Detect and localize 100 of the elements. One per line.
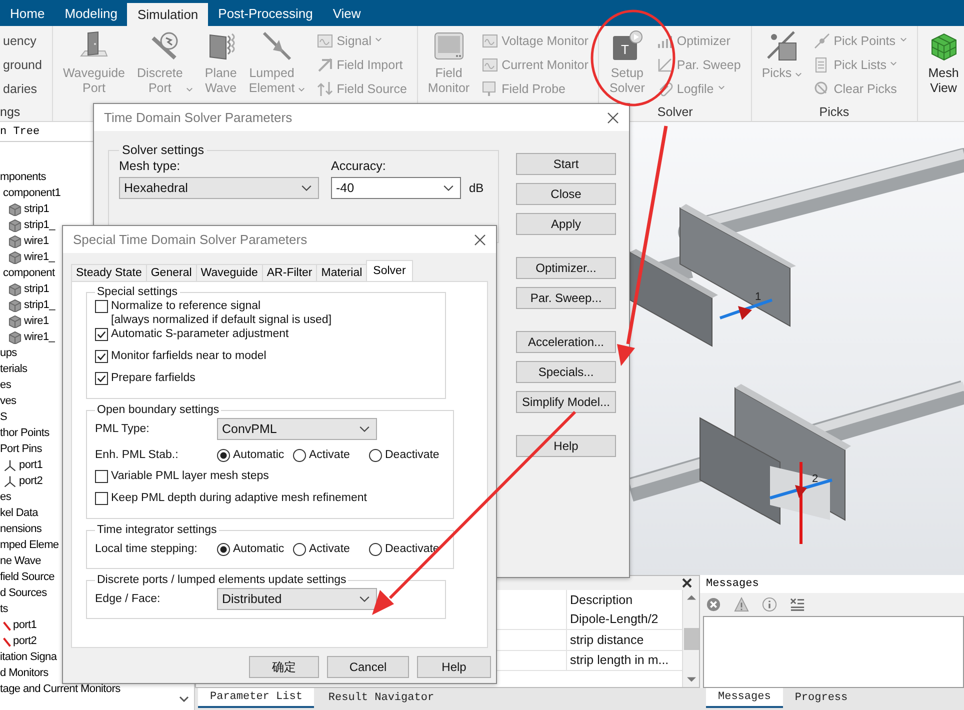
tree-item[interactable]: ts xyxy=(0,603,8,615)
tab[interactable]: Waveguide xyxy=(196,264,263,281)
radio-button[interactable] xyxy=(293,542,306,556)
tree-item[interactable]: itation Signa xyxy=(0,651,57,663)
tree-item[interactable]: strip1 xyxy=(24,283,50,295)
tree-item[interactable]: Port Pins xyxy=(0,443,42,455)
checkbox[interactable] xyxy=(95,350,108,363)
ribbon-button[interactable]: daries xyxy=(0,78,45,100)
tree-item[interactable]: mped Eleme xyxy=(0,539,59,551)
close-icon[interactable] xyxy=(607,112,619,124)
checkbox[interactable] xyxy=(95,372,108,385)
ribbon-button[interactable]: uency xyxy=(0,30,45,52)
dialog-button[interactable]: Close xyxy=(516,183,616,205)
tree-item[interactable]: es xyxy=(0,491,12,503)
dialog-button[interactable]: Apply xyxy=(516,213,616,235)
radio-button[interactable] xyxy=(293,448,306,462)
checkbox[interactable] xyxy=(95,470,108,483)
info-icon[interactable] xyxy=(762,597,777,612)
tree-item[interactable]: nensions xyxy=(0,523,42,535)
tree-item[interactable]: component xyxy=(3,267,55,279)
waveform-icon xyxy=(316,33,333,49)
panel-tab[interactable]: Parameter List xyxy=(198,688,314,708)
cube-icon xyxy=(8,234,22,248)
close-icon[interactable] xyxy=(474,234,486,246)
radio-label: Deactivate xyxy=(385,449,440,461)
dialog-button[interactable]: Par. Sweep... xyxy=(516,287,616,309)
tree-item[interactable]: d Sources xyxy=(0,587,47,599)
dialog-button[interactable]: 确定 xyxy=(249,656,319,678)
warning-icon[interactable] xyxy=(734,597,749,612)
radio-button[interactable] xyxy=(217,542,230,556)
dropdown[interactable]: Hexahedral xyxy=(119,177,319,199)
tree-item[interactable]: d Monitors xyxy=(0,667,48,679)
menu-tab[interactable]: Home xyxy=(0,0,55,26)
dialog-button[interactable]: Acceleration... xyxy=(516,331,616,353)
table-cell-text: Dipole-Length/2 xyxy=(569,612,658,626)
dialog-button[interactable]: Help xyxy=(417,656,491,678)
error-icon[interactable] xyxy=(706,597,721,612)
import-icon xyxy=(316,57,333,73)
scrollbar[interactable] xyxy=(682,590,699,687)
tree-item[interactable]: strip1_ xyxy=(24,219,55,231)
tree-item[interactable]: port2 xyxy=(13,635,37,647)
close-icon[interactable] xyxy=(682,578,692,588)
tree-item[interactable]: field Source xyxy=(0,571,54,583)
table-cell-text: strip length in m... xyxy=(569,653,669,668)
group-title: Open boundary settings xyxy=(96,404,220,416)
tree-item[interactable]: wire1 xyxy=(24,235,49,247)
panel-tab[interactable]: Progress xyxy=(782,688,860,708)
dialog-button[interactable]: Help xyxy=(516,435,616,457)
radio-button[interactable] xyxy=(217,448,230,462)
tab[interactable]: Solver xyxy=(366,260,413,281)
tree-item[interactable]: ne Wave xyxy=(0,555,41,567)
port-pin-icon xyxy=(3,458,17,472)
dialog-button[interactable]: Specials... xyxy=(516,361,616,383)
tree-item[interactable]: terials xyxy=(0,363,28,375)
radio-button[interactable] xyxy=(369,448,382,462)
dropdown[interactable]: Distributed xyxy=(217,588,377,610)
tree-item[interactable]: wire1 xyxy=(24,315,49,327)
tree-item[interactable]: port1 xyxy=(19,459,43,471)
scroll-thumb[interactable] xyxy=(684,628,698,650)
tree-item[interactable]: ups xyxy=(0,347,17,359)
menu-tab[interactable]: Simulation xyxy=(127,3,208,26)
panel-tab[interactable]: Result Navigator xyxy=(316,688,446,708)
dialog-button[interactable]: Optimizer... xyxy=(516,257,616,279)
combo-box[interactable]: -40 xyxy=(331,177,461,199)
tree-item[interactable]: strip1_ xyxy=(24,299,55,311)
scroll-down-icon[interactable] xyxy=(686,677,696,683)
tree-item[interactable]: kel Data xyxy=(0,507,38,519)
tab[interactable]: Steady State xyxy=(71,264,147,281)
tree-item[interactable]: tage and Current Monitors xyxy=(0,683,120,695)
tree-item[interactable]: port2 xyxy=(19,475,43,487)
tree-item[interactable]: strip1 xyxy=(24,203,50,215)
ribbon-button[interactable]: ground xyxy=(0,54,45,76)
scroll-up-icon[interactable] xyxy=(686,594,696,600)
tree-item[interactable]: component1 xyxy=(3,187,61,199)
tree-item[interactable]: mponents xyxy=(0,171,46,183)
tree-item[interactable]: port1 xyxy=(13,619,37,631)
field-label: Edge / Face: xyxy=(95,593,162,605)
tree-item[interactable]: es xyxy=(0,379,12,391)
tree-item[interactable]: S xyxy=(0,411,8,423)
tree-item[interactable]: wire1_ xyxy=(24,331,55,343)
radio-button[interactable] xyxy=(369,542,382,556)
tree-item[interactable]: ves xyxy=(0,395,16,407)
menu-tab[interactable]: Modeling xyxy=(54,0,128,26)
checkbox[interactable] xyxy=(95,328,108,341)
panel-tab[interactable]: Messages xyxy=(706,688,783,708)
caret-icon[interactable] xyxy=(179,696,189,702)
checkbox[interactable] xyxy=(95,492,108,505)
dialog-button[interactable]: Start xyxy=(516,153,616,175)
ribbon-button[interactable]: Mesh View xyxy=(924,30,963,106)
dropdown[interactable]: ConvPML xyxy=(217,418,377,440)
tree-item[interactable]: thor Points xyxy=(0,427,50,439)
lumped-element-icon xyxy=(260,30,293,62)
port-label: 2 xyxy=(812,473,818,485)
clear-list-icon[interactable] xyxy=(790,597,805,612)
dialog-button[interactable]: Cancel xyxy=(327,656,409,678)
dialog-button[interactable]: Simplify Model... xyxy=(516,391,616,413)
menu-tab[interactable]: View xyxy=(322,0,371,26)
menu-tab[interactable]: Post-Processing xyxy=(208,0,323,26)
checkbox[interactable] xyxy=(95,300,108,313)
tree-item[interactable]: wire1_ xyxy=(24,251,55,263)
